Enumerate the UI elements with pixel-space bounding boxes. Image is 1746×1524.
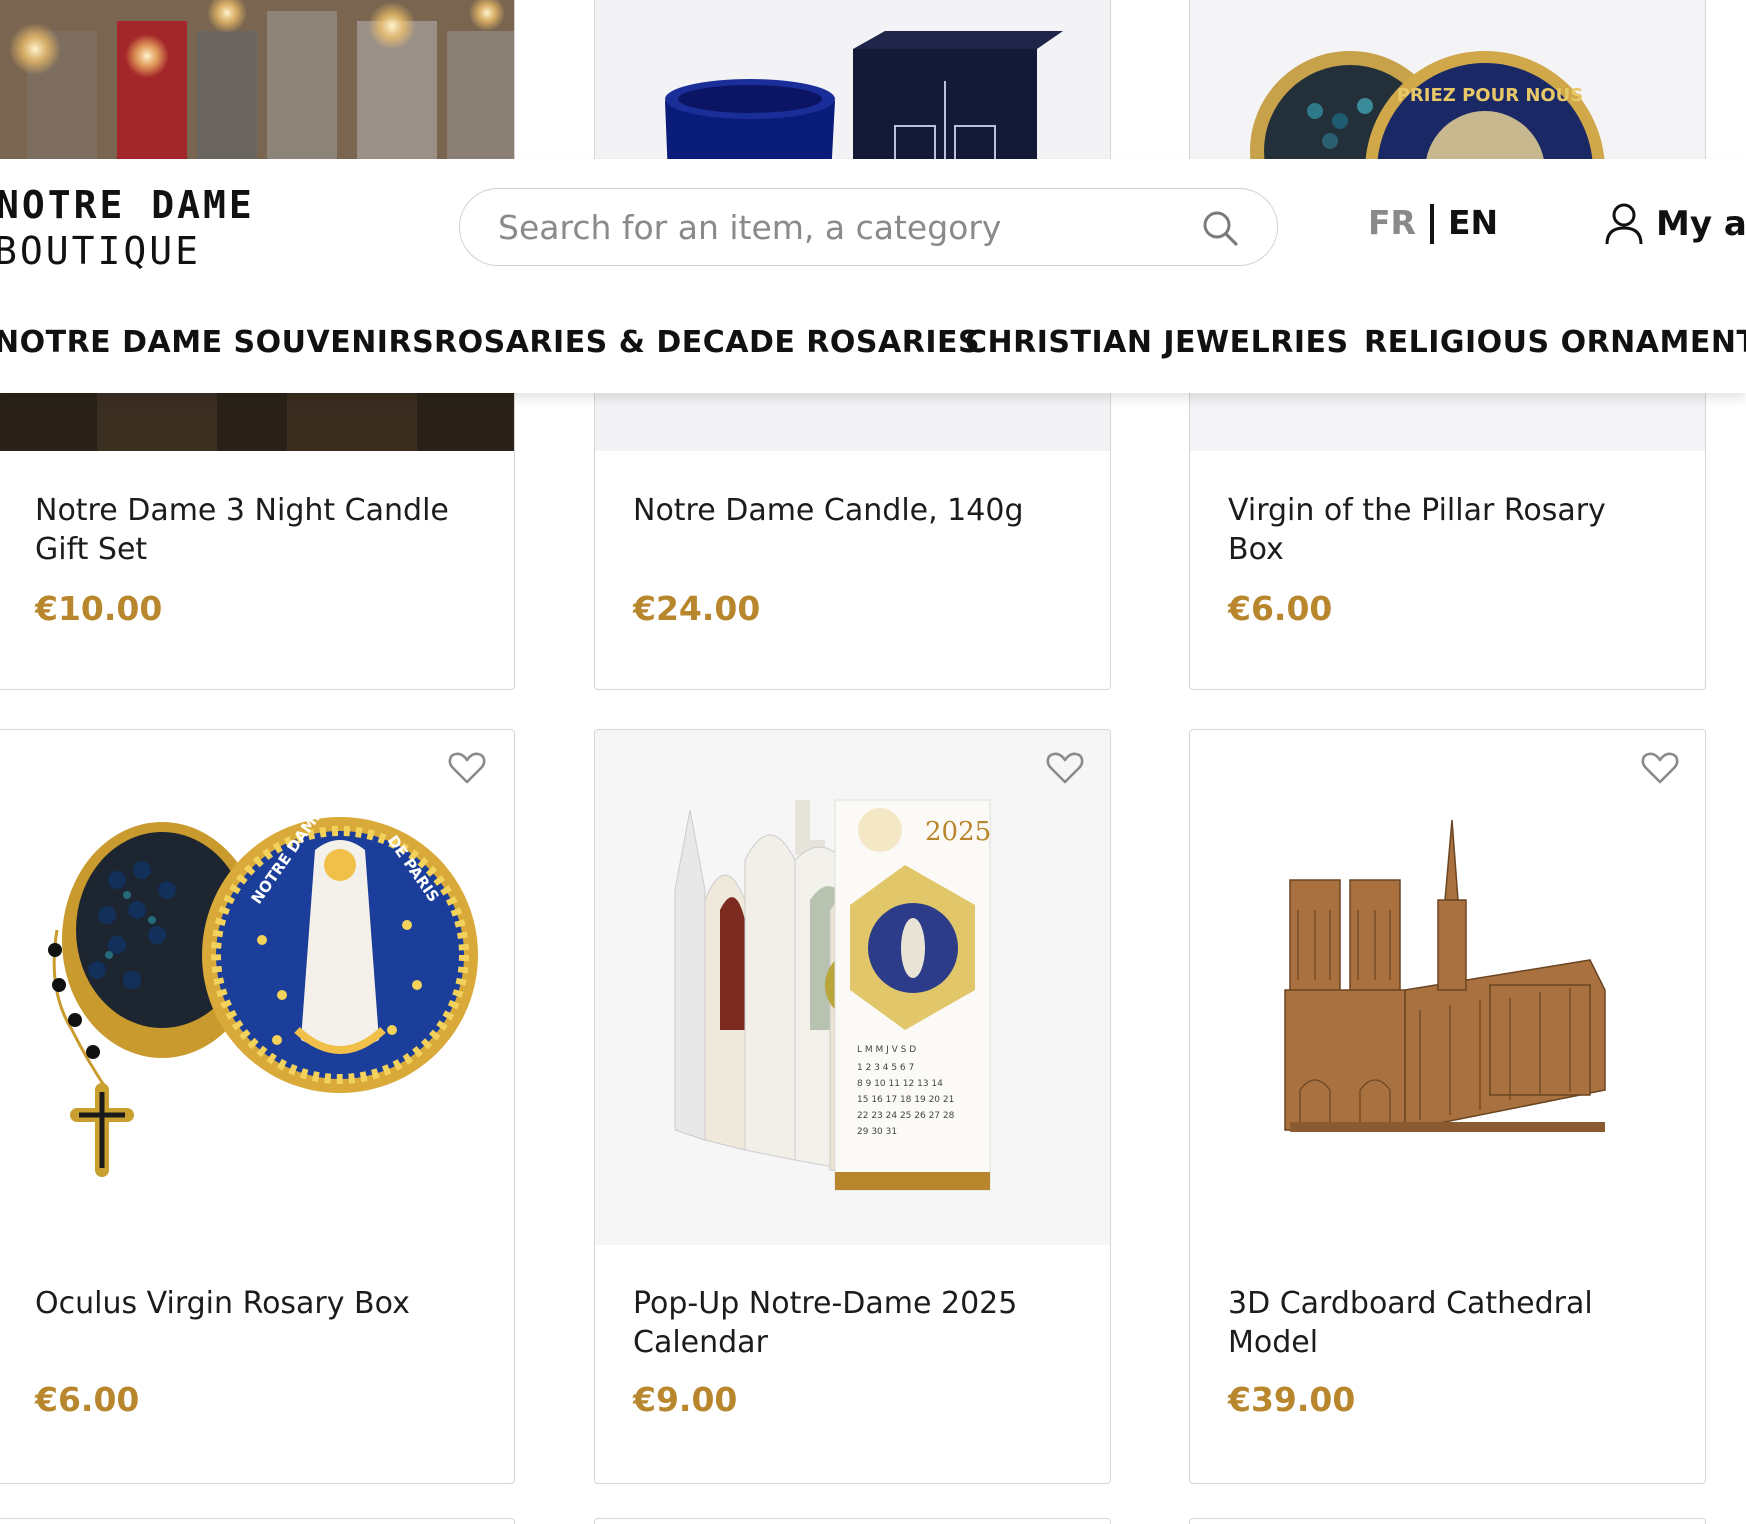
- svg-text:15 16 17 18 19 20 21: 15 16 17 18 19 20 21: [857, 1095, 954, 1105]
- nav-item-ornaments[interactable]: RELIGIOUS ORNAMENTS: [1364, 325, 1746, 360]
- heart-icon[interactable]: [1640, 748, 1680, 788]
- account-link[interactable]: My ac: [1604, 201, 1746, 247]
- svg-text:8 9 10 11 12 13 14: 8 9 10 11 12 13 14: [857, 1079, 943, 1089]
- product-card[interactable]: 2025 L M M J V S D 1 2 3 4 5 6 7 8 9 10 …: [594, 729, 1111, 1484]
- lid-text: PRIEZ POUR NOUS: [1397, 85, 1584, 106]
- product-name[interactable]: Pop-Up Notre-Dame 2025 Calendar: [633, 1284, 1072, 1362]
- svg-text:29 30 31: 29 30 31: [857, 1127, 897, 1137]
- search-bar[interactable]: [459, 188, 1278, 266]
- product-name[interactable]: 3D Cardboard Cathedral Model: [1228, 1284, 1667, 1362]
- site-header: NOTRE DAME BOUTIQUE FR EN My ac NOTRE DA…: [0, 159, 1746, 393]
- nav-item-rosaries[interactable]: ROSARIES & DECADE ROSARIES: [434, 325, 980, 360]
- svg-text:L M M J V S D: L M M J V S D: [857, 1045, 916, 1055]
- product-image[interactable]: NOTRE DAME DE PARIS: [0, 730, 514, 1245]
- product-image[interactable]: [1190, 730, 1705, 1245]
- heart-icon[interactable]: [1045, 748, 1085, 788]
- product-name[interactable]: Oculus Virgin Rosary Box: [35, 1284, 476, 1323]
- search-input[interactable]: [498, 189, 1178, 265]
- product-card[interactable]: 3D Cardboard Cathedral Model €39.00: [1189, 729, 1706, 1484]
- product-price: €6.00: [1228, 589, 1333, 628]
- svg-text:1 2 3 4 5 6 7: 1 2 3 4 5 6 7: [857, 1063, 914, 1073]
- search-icon[interactable]: [1201, 209, 1239, 247]
- lang-divider: [1430, 204, 1434, 244]
- product-name[interactable]: Notre Dame Candle, 140g: [633, 491, 1072, 530]
- product-card[interactable]: NOTRE DAME DE PARIS Oculus Virgin Rosary…: [0, 729, 515, 1484]
- heart-icon[interactable]: [447, 748, 487, 788]
- calendar-year: 2025: [925, 817, 991, 847]
- logo-line2[interactable]: BOUTIQUE: [0, 229, 201, 273]
- product-name[interactable]: Virgin of the Pillar Rosary Box: [1228, 491, 1667, 569]
- logo-line1[interactable]: NOTRE DAME: [0, 183, 255, 227]
- product-price: €39.00: [1228, 1380, 1356, 1419]
- account-label: My ac: [1656, 204, 1746, 244]
- product-price: €24.00: [633, 589, 761, 628]
- product-price: €9.00: [633, 1380, 738, 1419]
- product-name[interactable]: Notre Dame 3 Night Candle Gift Set: [35, 491, 476, 569]
- product-card[interactable]: [594, 1518, 1111, 1524]
- product-card[interactable]: [1189, 1518, 1706, 1524]
- product-price: €10.00: [35, 589, 163, 628]
- user-icon: [1605, 203, 1643, 245]
- lang-fr-link[interactable]: FR: [1368, 203, 1416, 242]
- nav-item-jewelries[interactable]: CHRISTIAN JEWELRIES: [965, 325, 1349, 360]
- product-image[interactable]: 2025 L M M J V S D 1 2 3 4 5 6 7 8 9 10 …: [595, 730, 1110, 1245]
- product-price: €6.00: [35, 1380, 140, 1419]
- nav-item-souvenirs[interactable]: NOTRE DAME SOUVENIRS: [0, 325, 434, 360]
- svg-text:22 23 24 25 26 27 28: 22 23 24 25 26 27 28: [857, 1111, 955, 1121]
- main-nav: NOTRE DAME SOUVENIRS ROSARIES & DECADE R…: [0, 325, 1746, 369]
- lang-en-link[interactable]: EN: [1448, 203, 1498, 242]
- product-card[interactable]: [0, 1518, 515, 1524]
